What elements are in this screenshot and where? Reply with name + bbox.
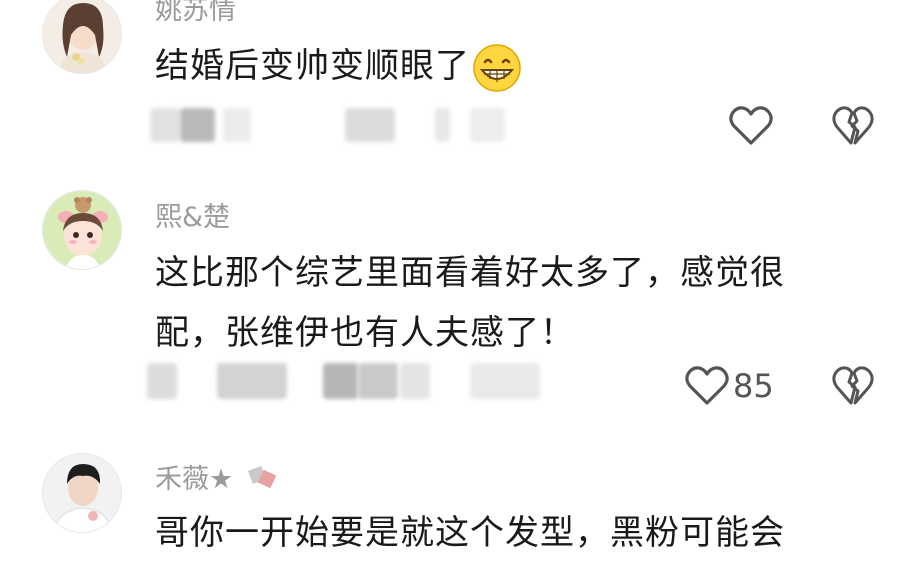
- comment-text: 结婚后变帅变顺眼了: [155, 40, 855, 93]
- comment-username[interactable]: 禾薇★: [155, 457, 280, 499]
- redacted-meta: [217, 363, 287, 399]
- badge-icon: [246, 462, 280, 499]
- comment-text-body: 结婚后变帅变顺眼了: [155, 46, 470, 86]
- redacted-meta: [180, 108, 215, 142]
- redacted-meta: [223, 108, 251, 142]
- avatar[interactable]: [42, 453, 122, 533]
- comment-text: 这比那个综艺里面看着好太多了，感觉很 配，张维伊也有人夫感了！: [155, 247, 855, 359]
- comment-username-text: 禾薇★: [155, 464, 234, 495]
- redacted-meta: [400, 363, 430, 399]
- redacted-meta: [435, 108, 450, 142]
- redacted-meta: [345, 108, 395, 142]
- comment-text-line: 这比那个综艺里面看着好太多了，感觉很: [155, 253, 785, 293]
- avatar[interactable]: [42, 0, 122, 74]
- avatar[interactable]: [42, 190, 122, 270]
- comment-text-line: 配，张维伊也有人夫感了！: [155, 313, 575, 353]
- redacted-meta: [470, 363, 540, 399]
- comment-username[interactable]: 姚苏情: [155, 0, 236, 27]
- redacted-meta: [150, 108, 180, 142]
- comment-item: 姚苏情 结婚后变帅变顺眼了: [0, 0, 922, 165]
- broken-heart-icon[interactable]: [832, 365, 874, 407]
- comment-list: 姚苏情 结婚后变帅变顺眼了 熙&楚 这比那个综艺里面看着好太多了，感觉很 配，张…: [0, 0, 922, 562]
- redacted-meta: [323, 363, 358, 399]
- heart-outline-icon[interactable]: [728, 105, 774, 147]
- broken-heart-icon[interactable]: [832, 105, 874, 147]
- comment-item: 禾薇★ 哥你一开始要是就这个发型，黑粉可能会: [0, 445, 922, 562]
- comment-text: 哥你一开始要是就这个发型，黑粉可能会: [155, 513, 785, 553]
- like-count: 85: [733, 367, 774, 405]
- grinning-face-emoji-icon: [472, 43, 522, 93]
- redacted-meta: [358, 363, 398, 399]
- redacted-meta: [470, 108, 505, 142]
- heart-outline-icon[interactable]: [684, 365, 730, 407]
- comment-item: 熙&楚 这比那个综艺里面看着好太多了，感觉很 配，张维伊也有人夫感了！ 85: [0, 185, 922, 425]
- comment-username[interactable]: 熙&楚: [155, 195, 230, 234]
- redacted-meta: [147, 363, 177, 399]
